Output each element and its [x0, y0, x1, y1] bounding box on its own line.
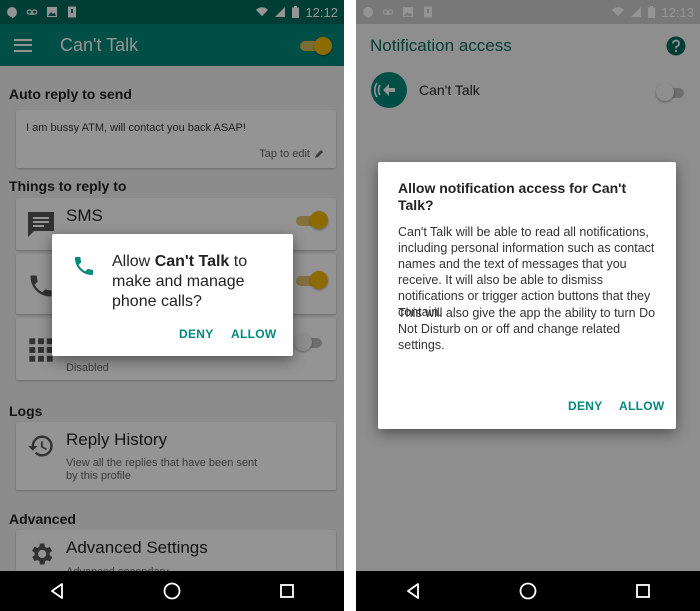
- deny-button[interactable]: DENY: [568, 399, 603, 413]
- deny-button[interactable]: DENY: [179, 327, 214, 341]
- home-icon[interactable]: [152, 576, 192, 606]
- recents-icon[interactable]: [623, 576, 663, 606]
- back-icon[interactable]: [37, 576, 77, 606]
- back-icon[interactable]: [393, 576, 433, 606]
- dialog-title: Allow notification access for Can't Talk…: [398, 180, 627, 213]
- left-screen: 12:12 Can't Talk Auto reply to send I am…: [0, 0, 344, 611]
- call-permission-dialog: Allow Can't Talk to make and manage phon…: [52, 234, 293, 356]
- right-screen: 12:13 Notification access Can't Talk All…: [356, 0, 700, 611]
- navigation-bar: [0, 571, 344, 611]
- home-icon[interactable]: [508, 576, 548, 606]
- allow-button[interactable]: ALLOW: [231, 327, 277, 341]
- navigation-bar: [356, 571, 700, 611]
- allow-button[interactable]: ALLOW: [619, 399, 665, 413]
- dialog-message: Allow Can't Talk to make and manage phon…: [112, 252, 282, 312]
- phone-icon: [75, 257, 93, 275]
- notification-access-dialog: Allow notification access for Can't Talk…: [378, 162, 676, 429]
- dialog-app-name: Can't Talk: [154, 253, 230, 270]
- recents-icon[interactable]: [267, 576, 307, 606]
- dialog-prefix: Allow: [112, 253, 155, 270]
- dialog-body-2: This will also give the app the ability …: [398, 306, 656, 352]
